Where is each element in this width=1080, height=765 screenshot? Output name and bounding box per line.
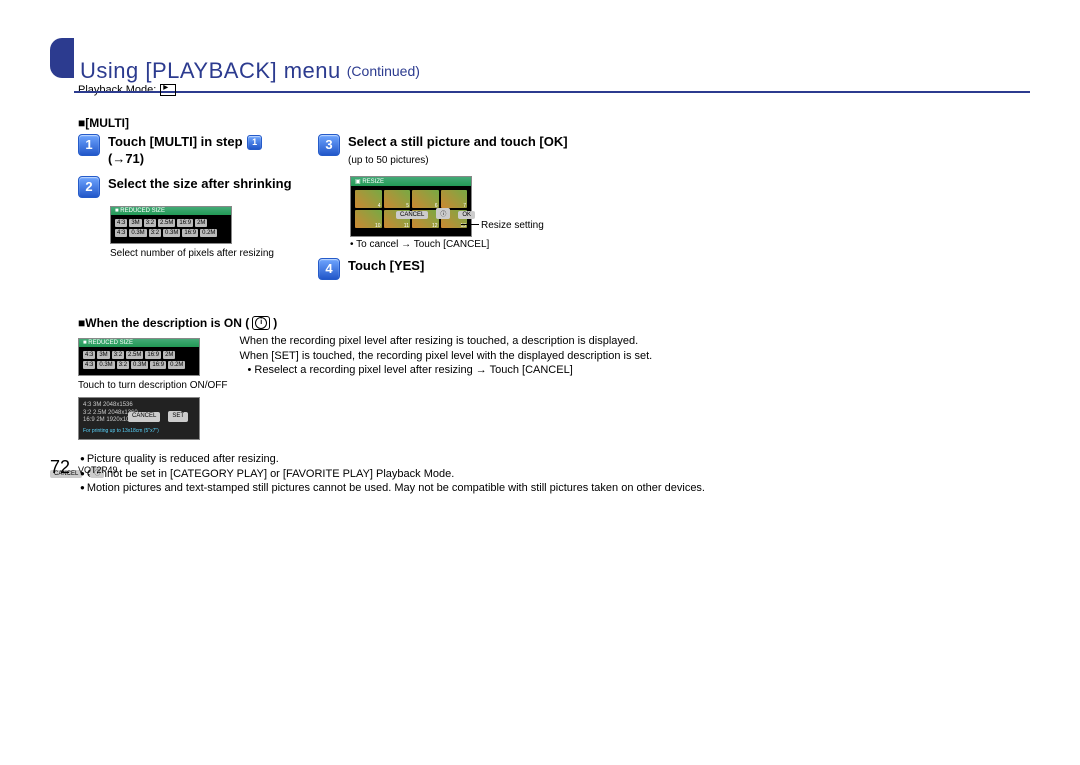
note-to-cancel: • To cancel → Touch [CANCEL] [350, 239, 568, 250]
info-button: ⓘ [436, 208, 450, 219]
ok-button: OK [458, 211, 475, 219]
step-badge-4: 4 [318, 258, 340, 280]
screenshot-titlebar: ■ REDUCED SIZE [111, 207, 231, 215]
screenshot-size-wrap: ■ REDUCED SIZE 4:3 3M 3:2 2.5M 16:9 2M [106, 206, 308, 259]
header-subtitle: (Continued) [347, 63, 420, 79]
screenshot-reduced-size: ■ REDUCED SIZE 4:3 3M 3:2 2.5M 16:9 2M [110, 206, 232, 244]
content: ■[MULTI] 1 Touch [MULTI] in step 1 (→71)… [78, 116, 1030, 496]
description-heading: ■When the description is ON ( i ) [78, 316, 1030, 330]
page-number: 72 [50, 457, 70, 478]
step-4: 4 Touch [YES] [318, 258, 568, 280]
steps-columns: 1 Touch [MULTI] in step 1 (→71) 2 Select… [78, 134, 1030, 288]
final-notes: Picture quality is reduced after resizin… [78, 452, 1030, 497]
screenshot-titlebar: ▣ RESIZE [351, 177, 471, 186]
header-main: Using [PLAYBACK] menu (Continued) [74, 51, 1030, 93]
step-3: 3 Select a still picture and touch [OK] … [318, 134, 568, 168]
column-right: 3 Select a still picture and touch [OK] … [318, 134, 568, 288]
cancel-button: CANCEL [128, 412, 160, 422]
step-badge-3: 3 [318, 134, 340, 156]
inline-ref-badge: 1 [247, 135, 262, 150]
step-1-text: Touch [MULTI] in step 1 (→71) [108, 134, 263, 168]
caption-select-pixels: Select number of pixels after resizing [110, 248, 308, 259]
note-item: Picture quality is reduced after resizin… [78, 452, 1030, 467]
doc-code: VQT2P49 [78, 465, 118, 475]
page-footer: 72 VQT2P49 [50, 457, 118, 478]
screenshot-resize: ▣ RESIZE 4 5 6 7 10 11 12 13 [350, 176, 472, 237]
step-badge-2: 2 [78, 176, 100, 198]
manual-page: Using [PLAYBACK] menu (Continued) Playba… [0, 0, 1080, 496]
playback-mode-icon [160, 84, 176, 96]
step-3-text: Select a still picture and touch [OK] (u… [348, 134, 568, 168]
cancel-button: CANCEL [396, 211, 428, 219]
note-item: Cannot be set in [CATEGORY PLAY] or [FAV… [78, 467, 1030, 482]
screenshot-detail: 4:3 3M 2048x1536 3:2 2.5M 2048x1360 16:9… [78, 397, 200, 440]
step-2: 2 Select the size after shrinking [78, 176, 308, 198]
description-on-section: ■When the description is ON ( i ) ■ REDU… [78, 316, 1030, 440]
info-icon: i [252, 316, 270, 330]
caption-toggle-desc: Touch to turn description ON/OFF [78, 380, 228, 391]
header-title: Using [PLAYBACK] menu [80, 58, 341, 84]
description-row-1: ■ REDUCED SIZE 4:3 3M 3:2 2.5M 16:9 2M [78, 334, 1030, 440]
step-1: 1 Touch [MULTI] in step 1 (→71) [78, 134, 308, 168]
column-left: 1 Touch [MULTI] in step 1 (→71) 2 Select… [78, 134, 308, 288]
screenshot-resize-wrap: ▣ RESIZE 4 5 6 7 10 11 12 13 [346, 176, 568, 237]
step-badge-1: 1 [78, 134, 100, 156]
pointer-line [461, 224, 479, 225]
note-item: Motion pictures and text-stamped still p… [78, 481, 1030, 496]
description-paragraph: When the recording pixel level after res… [240, 334, 653, 379]
step-4-text: Touch [YES] [348, 258, 424, 280]
multi-section-label: ■[MULTI] [78, 116, 1030, 130]
screenshot-desc-on: ■ REDUCED SIZE 4:3 3M 3:2 2.5M 16:9 2M [78, 338, 200, 376]
step-2-text: Select the size after shrinking [108, 176, 292, 198]
header-tab-decor [50, 38, 74, 78]
header: Using [PLAYBACK] menu (Continued) [50, 38, 1030, 78]
resize-setting-label: Resize setting [481, 220, 544, 231]
set-button: SET [168, 412, 188, 422]
